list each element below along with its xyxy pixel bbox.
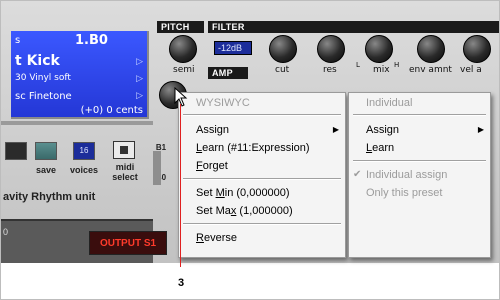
- menu-item-learn-individual[interactable]: Learn: [349, 139, 490, 157]
- preset-lcd-display: s 1.B0 t Kick ▷ 30 Vinyl soft ▷ sc Finet…: [11, 31, 149, 119]
- screenshot-frame: s 1.B0 t Kick ▷ 30 Vinyl soft ▷ sc Finet…: [0, 0, 500, 300]
- voices-display[interactable]: 16: [73, 142, 95, 160]
- menu-item-set-min[interactable]: Set Min (0,000000): [179, 184, 345, 202]
- mnemonic-f: F: [196, 160, 203, 172]
- env-amount-label: env amnt: [409, 65, 452, 75]
- midi-select-indicator: [120, 146, 128, 154]
- voices-label: voices: [69, 165, 99, 175]
- cutoff-label: cut: [275, 65, 290, 75]
- lcd-bank-label: s: [15, 35, 21, 46]
- menu-item-set-min-label: in (0,000000): [224, 187, 290, 199]
- menu-separator: [353, 114, 486, 116]
- context-menu-individual: Individual Assign ▶ Learn ✔ Individual a…: [348, 92, 491, 258]
- menu-header-individual: Individual: [366, 97, 413, 109]
- menu-item-assign-individual[interactable]: Assign ▶: [349, 121, 490, 139]
- lcd-arrow-icon: ▷: [136, 91, 143, 101]
- menu-item-reverse-label: everse: [203, 232, 237, 244]
- menu-item-assign-individual-label: Assign: [366, 124, 400, 136]
- filter-section-tab: FILTER: [208, 21, 499, 33]
- callout-number: 3: [178, 277, 185, 289]
- menu-item-learn[interactable]: Learn (#11:Expression): [179, 139, 345, 157]
- module-title: avity Rhythm unit: [3, 191, 96, 203]
- lcd-program-number: 1.B0: [75, 33, 108, 48]
- menu-item-assign-label: Assign: [196, 124, 230, 136]
- menu-item-forget[interactable]: Forget: [179, 157, 345, 175]
- button-partial[interactable]: [5, 142, 27, 160]
- checkmark-icon: ✔: [353, 169, 362, 180]
- lcd-category: 30 Vinyl soft: [15, 73, 71, 83]
- lower-value: 0: [3, 227, 9, 237]
- submenu-arrow-icon: ▶: [477, 125, 484, 134]
- pitch-section-tab: PITCH: [157, 21, 204, 33]
- select-label: select: [112, 172, 138, 182]
- menu-separator: [353, 160, 486, 162]
- menu-item-forget-label: orget: [202, 160, 228, 172]
- menu-item-individual-assign-label: Individual assign: [366, 169, 448, 181]
- midi-select-button[interactable]: [113, 141, 135, 159]
- menu-item-set-min-prefix: Set: [196, 187, 216, 199]
- output-selector[interactable]: OUTPUT S1: [89, 231, 167, 255]
- menu-item-only-this-preset[interactable]: Only this preset: [349, 184, 490, 202]
- amp-section-tab: AMP: [208, 67, 248, 79]
- velocity-knob[interactable]: [463, 35, 491, 63]
- menu-item-set-max[interactable]: Set Max (1,000000): [179, 202, 345, 220]
- menu-item-individual-assign[interactable]: ✔ Individual assign: [349, 166, 490, 184]
- menu-header-wysiwyc: WYSIWYC: [196, 97, 250, 109]
- mnemonic-r: R: [196, 232, 204, 244]
- menu-item-reverse[interactable]: Reverse: [179, 229, 345, 247]
- menu-item-set-max-label: (1,000000): [236, 205, 293, 217]
- lcd-arrow-icon: ▷: [136, 57, 143, 67]
- save-label: save: [35, 165, 57, 175]
- mix-l-label: L: [356, 61, 360, 69]
- menu-separator: [183, 178, 341, 180]
- submenu-arrow-icon: ▶: [332, 125, 339, 134]
- lcd-arrow-icon: ▷: [136, 74, 143, 84]
- mix-label: mix: [373, 65, 390, 75]
- lcd-parameter-name: sc Finetone: [15, 91, 72, 102]
- menu-item-learn-label: earn (#11:Expression): [202, 142, 310, 154]
- panel-divider: [1, 121, 153, 125]
- midi-label: midi: [115, 162, 135, 172]
- resonance-knob[interactable]: [317, 35, 345, 63]
- menu-item-learn-individual-label: earn: [372, 142, 395, 154]
- bank-switch[interactable]: [153, 151, 161, 185]
- mouse-pointer-icon: [174, 87, 188, 107]
- cutoff-knob[interactable]: [269, 35, 297, 63]
- lcd-parameter-value: (+0) 0 cents: [80, 105, 143, 116]
- menu-item-assign[interactable]: Assign ▶: [179, 121, 345, 139]
- save-button[interactable]: [35, 142, 57, 160]
- mnemonic-m: M: [215, 187, 225, 199]
- lcd-preset-name: t Kick: [15, 53, 60, 69]
- env-amount-knob[interactable]: [417, 35, 445, 63]
- velocity-label: vel a: [460, 65, 482, 75]
- menu-separator: [183, 223, 341, 225]
- menu-item-set-max-prefix: Set Ma: [196, 205, 231, 217]
- context-menu-wysiwyc: WYSIWYC Assign ▶ Learn (#11:Expression) …: [178, 92, 346, 258]
- semi-knob[interactable]: [169, 35, 197, 63]
- callout-pointer-line: [180, 104, 181, 267]
- semi-label: semi: [173, 65, 195, 75]
- lcd-line1: s 1.B0: [15, 33, 143, 48]
- filter-db-display[interactable]: -12dB: [214, 41, 252, 55]
- resonance-label: res: [323, 65, 337, 75]
- mix-h-label: H: [394, 61, 400, 69]
- menu-separator: [183, 114, 341, 116]
- mix-knob[interactable]: [365, 35, 393, 63]
